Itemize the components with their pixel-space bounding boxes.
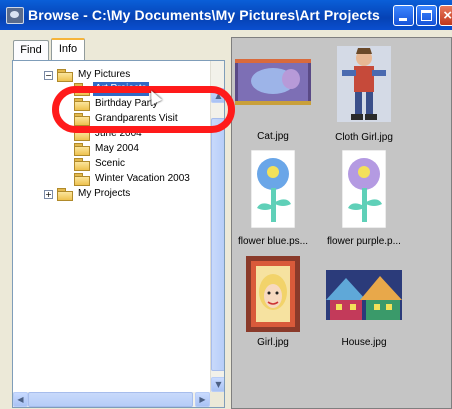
thumbnail-girl[interactable]: Girl.jpg <box>233 256 313 356</box>
scroll-down-button[interactable]: ▼ <box>211 377 224 392</box>
tree-item-june-2004[interactable]: June 2004 <box>74 127 144 141</box>
tree-item-label: June 2004 <box>95 128 142 139</box>
title-bar[interactable]: Browse - C:\My Documents\My Pictures\Art… <box>0 0 452 30</box>
tree-item-art-projects[interactable]: Art Projects <box>74 82 149 96</box>
tree-item-label: Art Projects <box>93 82 149 96</box>
folder-icon <box>74 173 90 186</box>
scroll-up-button[interactable]: ▲ <box>211 88 224 103</box>
folder-icon <box>74 98 90 111</box>
tree-item-label: Grandparents Visit <box>95 113 178 124</box>
tree-item-grandparents-visit[interactable]: Grandparents Visit <box>74 112 180 126</box>
folder-icon <box>74 113 90 126</box>
tab-find[interactable]: Find <box>13 40 49 60</box>
tree-item-label: My Pictures <box>78 69 131 80</box>
scroll-right-button[interactable]: ▶ <box>195 392 210 407</box>
flower-blue-image <box>251 150 295 228</box>
collapse-my-pictures-icon[interactable]: − <box>44 71 53 80</box>
folder-icon <box>74 143 90 156</box>
house-image <box>326 270 402 320</box>
folder-tree[interactable]: − My Pictures Art Projects Birthday Part… <box>12 60 225 408</box>
maximize-button[interactable] <box>416 5 437 26</box>
folder-open-icon <box>57 69 73 82</box>
girl-image <box>246 256 300 332</box>
minimize-icon <box>399 18 407 21</box>
thumbnail-house[interactable]: House.jpg <box>324 270 404 356</box>
flower-purple-image <box>342 150 386 228</box>
thumbnail-caption: Cloth Girl.jpg <box>335 132 393 143</box>
cloth-girl-image <box>337 46 391 122</box>
thumbnail-caption: House.jpg <box>341 337 387 348</box>
tree-item-birthday-party[interactable]: Birthday Party <box>74 97 160 111</box>
thumbnail-caption: Cat.jpg <box>257 131 289 142</box>
scrollbar-corner <box>210 392 224 407</box>
folder-icon <box>74 158 90 171</box>
folder-icon <box>74 83 90 96</box>
left-pane: Find Info − My Pictures Art Projects Bir… <box>5 35 227 409</box>
horizontal-scrollbar[interactable]: ◀ ▶ <box>13 392 210 407</box>
tree-item-my-projects[interactable]: My Projects <box>57 187 132 201</box>
thumbnail-cat[interactable]: Cat.jpg <box>233 59 313 154</box>
app-icon <box>6 7 24 24</box>
scroll-left-button[interactable]: ◀ <box>13 392 28 407</box>
thumbnail-cloth-girl[interactable]: Cloth Girl.jpg <box>324 46 404 154</box>
minimize-button[interactable] <box>393 5 414 26</box>
thumbnail-flower-blue[interactable]: flower blue.ps... <box>233 150 313 247</box>
thumbnail-caption: flower blue.ps... <box>237 236 309 247</box>
thumbnail-caption: flower purple.p... <box>327 236 401 247</box>
thumbnail-flower-purple[interactable]: flower purple.p... <box>324 150 404 247</box>
window-title: Browse - C:\My Documents\My Pictures\Art… <box>28 7 380 23</box>
folder-icon <box>74 128 90 141</box>
tab-info[interactable]: Info <box>51 38 85 60</box>
tree-item-may-2004[interactable]: May 2004 <box>74 142 141 156</box>
close-icon: × <box>443 7 452 24</box>
close-button[interactable]: × <box>439 5 452 26</box>
thumbnail-pane[interactable]: Cat.jpg Cloth Girl.jpg flower blue.ps...… <box>231 37 452 409</box>
tree-item-my-pictures[interactable]: My Pictures <box>57 68 132 82</box>
tree-item-winter-vacation-2003[interactable]: Winter Vacation 2003 <box>74 172 192 186</box>
folder-icon <box>57 188 73 201</box>
thumbnail-caption: Girl.jpg <box>257 337 289 348</box>
expand-my-projects-icon[interactable]: + <box>44 190 53 199</box>
tree-item-scenic[interactable]: Scenic <box>74 157 127 171</box>
tree-item-label: Winter Vacation 2003 <box>95 173 190 184</box>
tree-item-label: My Projects <box>78 188 131 199</box>
horizontal-scroll-thumb[interactable] <box>28 392 193 407</box>
cat-image <box>235 59 311 105</box>
window-body: Find Info − My Pictures Art Projects Bir… <box>0 30 452 409</box>
maximize-icon <box>421 10 432 21</box>
tree-item-label: May 2004 <box>95 143 139 154</box>
tree-item-label: Scenic <box>95 158 126 169</box>
